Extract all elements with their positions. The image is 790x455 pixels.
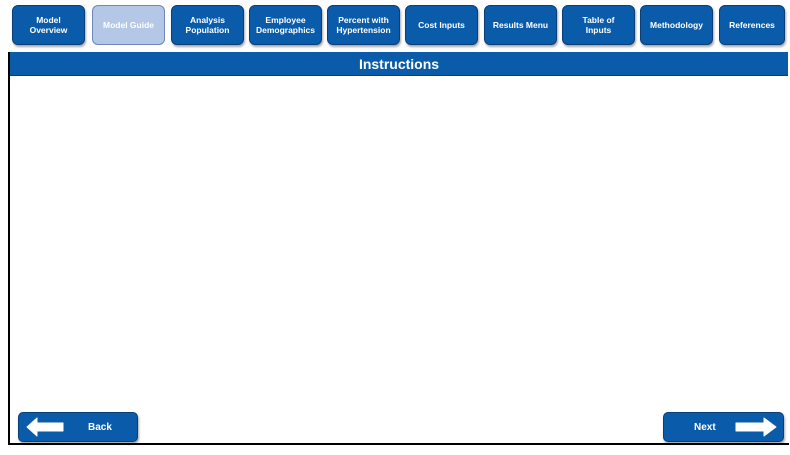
nav-model-overview-button[interactable]: Model Overview: [12, 5, 85, 45]
nav-references-button[interactable]: References: [719, 5, 785, 45]
nav-cost-inputs-label: Cost Inputs: [418, 20, 465, 30]
nav-methodology-label: Methodology: [650, 20, 703, 30]
next-label: Next: [694, 422, 716, 433]
next-button[interactable]: Next: [663, 412, 784, 442]
nav-analysis-population-button[interactable]: Analysis Population: [171, 5, 244, 45]
nav-cost-inputs-button[interactable]: Cost Inputs: [405, 5, 478, 45]
nav-model-guide-button[interactable]: Model Guide: [92, 5, 165, 45]
nav-employee-demographics-button[interactable]: Employee Demographics: [249, 5, 322, 45]
nav-employee-demographics-label: Employee Demographics: [255, 15, 316, 35]
nav-percent-hypertension-label: Percent with Hypertension: [336, 15, 391, 35]
nav-methodology-button[interactable]: Methodology: [640, 5, 713, 45]
section-title: Instructions: [358, 55, 440, 72]
arrow-left-icon: [26, 417, 64, 437]
back-button[interactable]: Back: [18, 412, 138, 442]
nav-results-menu-button[interactable]: Results Menu: [484, 5, 557, 45]
nav-table-of-inputs-button[interactable]: Table of Inputs: [562, 5, 635, 45]
nav-references-label: References: [729, 20, 775, 30]
nav-results-menu-label: Results Menu: [492, 20, 549, 30]
section-banner: Instructions: [10, 52, 788, 75]
nav-analysis-population-label: Analysis Population: [185, 15, 230, 35]
nav-model-guide-label: Model Guide: [103, 20, 154, 30]
instructions-content-area: [12, 78, 786, 408]
nav-percent-hypertension-button[interactable]: Percent with Hypertension: [327, 5, 400, 45]
back-label: Back: [88, 422, 112, 433]
nav-table-of-inputs-label: Table of Inputs: [582, 15, 615, 35]
banner-divider: [10, 75, 788, 76]
nav-model-overview-label: Model Overview: [29, 15, 68, 35]
arrow-right-icon: [735, 417, 777, 437]
